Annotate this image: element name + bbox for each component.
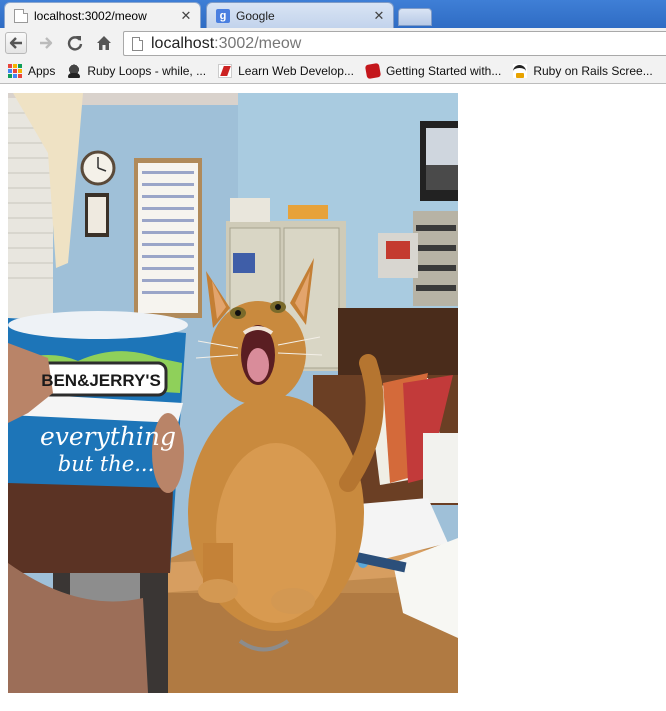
back-button[interactable] [5, 32, 27, 54]
home-icon [97, 36, 111, 50]
browser-toolbar: localhost:3002/meow [0, 28, 666, 58]
bookmark-learn-web[interactable]: Learn Web Develop... [218, 63, 354, 78]
rails-icon [364, 62, 382, 79]
reload-icon [67, 36, 83, 51]
bookmark-getting-started[interactable]: Getting Started with... [364, 62, 502, 79]
carton-flavor-line2: but the... [58, 452, 155, 476]
carton-brand-text: BEN&JERRY'S [41, 371, 161, 390]
cat-photo: BEN&JERRY'S everything but the... [8, 93, 458, 693]
bookmark-label: Apps [28, 63, 56, 78]
page-icon [14, 8, 28, 23]
home-button[interactable] [93, 32, 115, 54]
page-content: BEN&JERRY'S everything but the... [0, 85, 666, 711]
arrow-right-icon [40, 37, 53, 49]
bookmarks-bar: Apps Ruby Loops - while, ... Learn Web D… [0, 58, 666, 84]
close-icon[interactable]: ✕ [178, 8, 194, 24]
arrow-left-icon [9, 37, 22, 49]
bookmark-railscasts[interactable]: Ruby on Rails Scree... [513, 63, 653, 78]
close-icon[interactable]: ✕ [371, 8, 387, 24]
reload-button[interactable] [64, 32, 86, 54]
bookmark-label: Learn Web Develop... [238, 63, 354, 78]
bookmark-apps[interactable]: Apps [8, 63, 56, 78]
tab-title: Google [236, 8, 275, 23]
ruby-loops-icon [67, 63, 82, 78]
url-text: localhost:3002/meow [151, 35, 301, 53]
railscasts-icon [513, 63, 528, 78]
new-tab-button[interactable] [398, 8, 432, 26]
forward-button[interactable] [35, 32, 57, 54]
url-path: :3002/meow [214, 34, 302, 52]
page-icon [132, 36, 143, 51]
url-host: localhost [151, 34, 215, 52]
bookmark-label: Getting Started with... [385, 63, 502, 78]
tab-title: localhost:3002/meow [34, 8, 147, 23]
carton-flavor-line1: everything [40, 422, 176, 451]
tab-strip: localhost:3002/meow ✕ g Google ✕ [0, 0, 666, 28]
tab-google[interactable]: g Google ✕ [206, 2, 394, 28]
bookmark-ruby-loops[interactable]: Ruby Loops - while, ... [67, 63, 207, 78]
google-icon: g [216, 8, 230, 23]
address-bar[interactable]: localhost:3002/meow [123, 31, 666, 56]
apps-grid-icon [8, 63, 22, 78]
cat-photo-illustration: BEN&JERRY'S everything but the... [8, 93, 458, 693]
bookmark-label: Ruby on Rails Scree... [533, 63, 653, 78]
tab-meow[interactable]: localhost:3002/meow ✕ [4, 2, 201, 28]
learn-web-icon [218, 63, 233, 78]
bookmark-label: Ruby Loops - while, ... [87, 63, 207, 78]
